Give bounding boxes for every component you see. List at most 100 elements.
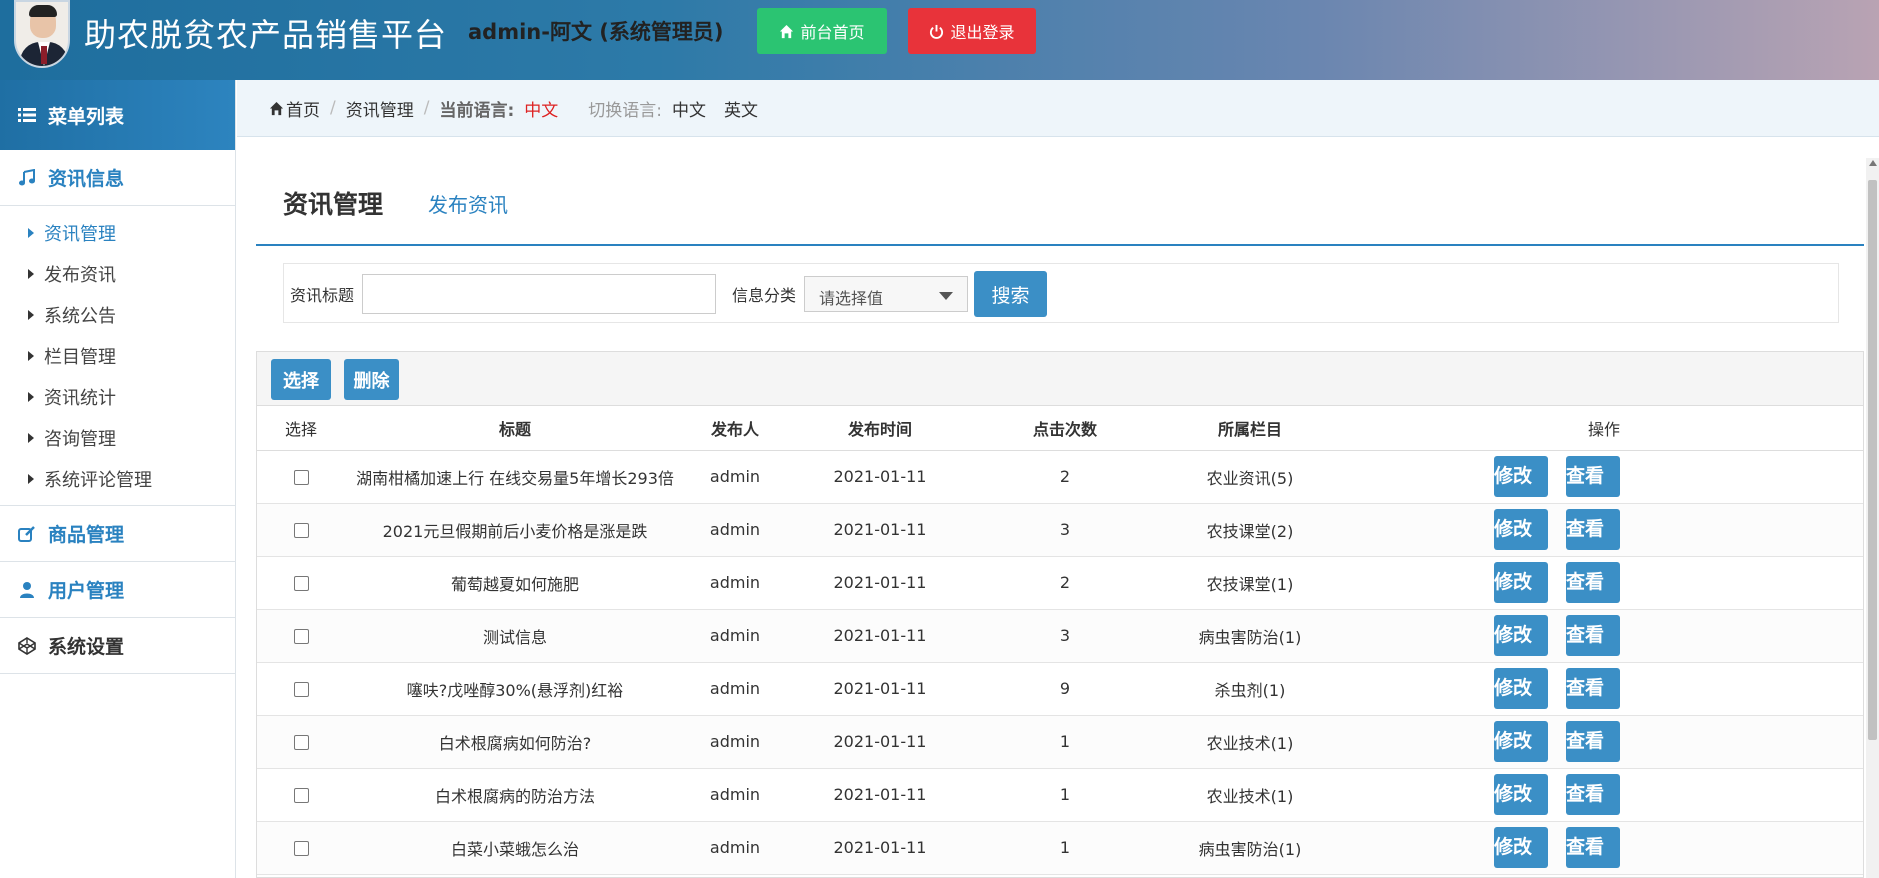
section-users[interactable]: 用户管理 bbox=[0, 562, 235, 618]
view-button[interactable]: 查看 bbox=[1566, 509, 1620, 550]
row-checkbox[interactable] bbox=[293, 629, 309, 644]
section-goods[interactable]: 商品管理 bbox=[0, 506, 235, 562]
menu-header: 菜单列表 bbox=[0, 80, 235, 150]
row-author: admin bbox=[685, 768, 785, 822]
row-date: 2021-01-11 bbox=[785, 450, 975, 504]
select-button[interactable]: 选择 bbox=[271, 359, 331, 400]
language-zh-link[interactable]: 中文 bbox=[672, 96, 706, 121]
row-select-cell bbox=[257, 609, 345, 663]
row-checkbox[interactable] bbox=[293, 576, 309, 591]
logout-button-label: 退出登录 bbox=[950, 23, 1015, 42]
edit-button[interactable]: 修改 bbox=[1494, 562, 1548, 603]
view-button[interactable]: 查看 bbox=[1566, 721, 1620, 762]
row-author: admin bbox=[685, 609, 785, 663]
row-select-cell bbox=[257, 768, 345, 822]
view-button[interactable]: 查看 bbox=[1566, 827, 1620, 868]
edit-button[interactable]: 修改 bbox=[1494, 456, 1548, 497]
home-icon bbox=[269, 101, 284, 115]
row-title: 葡萄越夏如何施肥 bbox=[345, 556, 685, 610]
user-info: admin-阿文 (系统管理员) bbox=[468, 20, 724, 44]
edit-button[interactable]: 修改 bbox=[1494, 774, 1548, 815]
row-author: admin bbox=[685, 556, 785, 610]
user-icon bbox=[20, 581, 34, 598]
caret-down-icon bbox=[939, 292, 953, 300]
table-row: 白术根腐病如何防治? admin 2021-01-11 1 农业技术(1) 修改 查看 bbox=[257, 715, 1863, 769]
row-actions: 修改 查看 bbox=[1345, 503, 1863, 557]
breadcrumb-separator: / bbox=[423, 98, 430, 118]
table-row: 白菜小菜蛾怎么治 admin 2021-01-11 1 病虫害防治(1) 修改 查看 bbox=[257, 821, 1863, 875]
sidebar-item-label: 咨询管理 bbox=[44, 428, 116, 450]
row-checkbox[interactable] bbox=[293, 523, 309, 538]
row-checkbox[interactable] bbox=[293, 682, 309, 697]
view-button[interactable]: 查看 bbox=[1566, 615, 1620, 656]
row-date: 2021-01-11 bbox=[785, 715, 975, 769]
row-clicks: 3 bbox=[975, 609, 1155, 663]
sidebar-item-column-manage[interactable]: 栏目管理 bbox=[0, 335, 235, 376]
row-title: 湖南柑橘加速上行 在线交易量5年增长293倍 bbox=[345, 450, 685, 504]
switch-language-label: 切换语言: bbox=[588, 100, 663, 121]
view-button[interactable]: 查看 bbox=[1566, 668, 1620, 709]
row-checkbox[interactable] bbox=[293, 735, 309, 750]
view-button[interactable]: 查看 bbox=[1566, 456, 1620, 497]
row-clicks: 1 bbox=[975, 821, 1155, 875]
sidebar-item-news-stats[interactable]: 资讯统计 bbox=[0, 376, 235, 417]
row-actions: 修改 查看 bbox=[1345, 768, 1863, 822]
search-button[interactable]: 搜索 bbox=[974, 271, 1047, 317]
view-button[interactable]: 查看 bbox=[1566, 774, 1620, 815]
sidebar-item-label: 资讯管理 bbox=[44, 223, 116, 245]
section-news[interactable]: 资讯信息 bbox=[0, 150, 235, 206]
scrollbar-thumb[interactable] bbox=[1868, 180, 1877, 740]
row-clicks: 9 bbox=[975, 662, 1155, 716]
music-note-icon bbox=[19, 168, 35, 185]
sidebar-item-announcement[interactable]: 系统公告 bbox=[0, 294, 235, 335]
scroll-up-icon[interactable] bbox=[1869, 160, 1877, 166]
column-header: 操作 bbox=[1345, 406, 1863, 451]
view-button[interactable]: 查看 bbox=[1566, 562, 1620, 603]
row-date: 2021-01-11 bbox=[785, 503, 975, 557]
sidebar-item-comment-manage[interactable]: 系统评论管理 bbox=[0, 458, 235, 499]
language-en-link[interactable]: 英文 bbox=[724, 96, 758, 121]
row-checkbox[interactable] bbox=[293, 841, 309, 856]
edit-button[interactable]: 修改 bbox=[1494, 615, 1548, 656]
publish-news-link[interactable]: 发布资讯 bbox=[428, 189, 508, 218]
home-button-label: 前台首页 bbox=[800, 23, 865, 42]
site-title: 助农脱贫农产品销售平台 bbox=[84, 16, 448, 54]
table-row: 2021元旦假期前后小麦价格是涨是跌 admin 2021-01-11 3 农技课堂(2… bbox=[257, 503, 1863, 557]
row-checkbox[interactable] bbox=[293, 470, 309, 485]
title-search-input[interactable] bbox=[362, 274, 716, 314]
row-select-cell bbox=[257, 662, 345, 716]
column-header: 发布时间 bbox=[785, 406, 975, 451]
title-divider bbox=[256, 244, 1864, 246]
edit-button[interactable]: 修改 bbox=[1494, 668, 1548, 709]
row-column: 农业资讯(5) bbox=[1155, 450, 1345, 504]
row-checkbox[interactable] bbox=[293, 788, 309, 803]
sidebar-item-consult-manage[interactable]: 咨询管理 bbox=[0, 417, 235, 458]
row-clicks: 1 bbox=[975, 768, 1155, 822]
delete-button[interactable]: 删除 bbox=[344, 359, 399, 400]
column-header: 所属栏目 bbox=[1155, 406, 1345, 451]
edit-button[interactable]: 修改 bbox=[1494, 509, 1548, 550]
section-label: 系统设置 bbox=[48, 636, 125, 658]
row-actions: 修改 查看 bbox=[1345, 821, 1863, 875]
sidebar-item-news-manage[interactable]: 资讯管理 bbox=[0, 212, 235, 253]
column-header: 选择 bbox=[257, 406, 345, 451]
breadcrumb-home-label: 首页 bbox=[286, 100, 320, 121]
breadcrumb-home[interactable]: 首页 bbox=[269, 96, 320, 121]
page-scrollbar[interactable] bbox=[1866, 158, 1879, 878]
row-date: 2021-01-11 bbox=[785, 662, 975, 716]
home-button[interactable]: 前台首页 bbox=[757, 8, 887, 54]
category-select[interactable]: 请选择值 bbox=[804, 276, 968, 312]
logout-button[interactable]: 退出登录 bbox=[908, 8, 1036, 54]
caret-right-icon bbox=[28, 309, 34, 320]
section-settings[interactable]: 系统设置 bbox=[0, 618, 235, 674]
row-title: 白术根腐病如何防治? bbox=[345, 715, 685, 769]
edit-button[interactable]: 修改 bbox=[1494, 721, 1548, 762]
row-column: 杀虫剂(1) bbox=[1155, 662, 1345, 716]
row-select-cell bbox=[257, 450, 345, 504]
table-row: 噻呋?戊唑醇30%(悬浮剂)红裕 admin 2021-01-11 9 杀虫剂(1) 修改… bbox=[257, 662, 1863, 716]
sidebar-item-publish-news[interactable]: 发布资讯 bbox=[0, 253, 235, 294]
power-icon bbox=[930, 24, 944, 39]
row-actions: 修改 查看 bbox=[1345, 609, 1863, 663]
edit-button[interactable]: 修改 bbox=[1494, 827, 1548, 868]
row-clicks: 2 bbox=[975, 556, 1155, 610]
